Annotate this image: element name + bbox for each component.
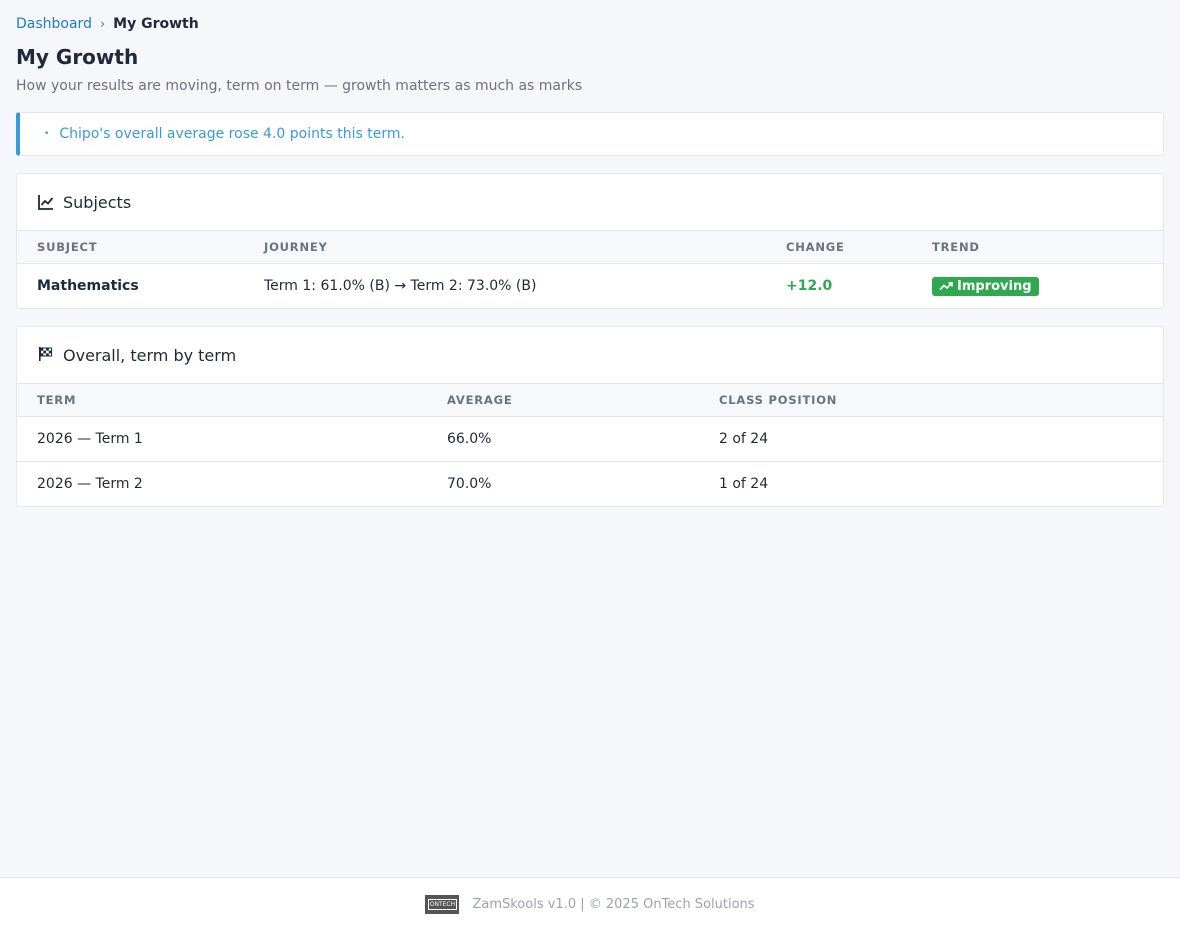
- overall-card-title: Overall, term by term: [63, 345, 237, 365]
- column-header-term: Term: [17, 384, 427, 417]
- checkered-flag-icon: [37, 346, 55, 364]
- column-header-class-position: Class Position: [699, 384, 1163, 417]
- column-header-subject: Subject: [17, 231, 244, 264]
- footer-text: ZamSkools v1.0 | © 2025 OnTech Solutions: [472, 897, 755, 912]
- subjects-card-header: Subjects: [17, 174, 1163, 231]
- class-position-cell: 2 of 24: [699, 416, 1163, 462]
- page: Dashboard › My Growth My Growth How your…: [0, 0, 1180, 507]
- trend-badge-label: Improving: [957, 278, 1032, 294]
- term-cell: 2026 — Term 2: [37, 476, 143, 492]
- page-title: My Growth: [16, 45, 139, 69]
- average-cell: 66.0%: [427, 416, 699, 462]
- change-cell: +12.0: [786, 278, 833, 294]
- trend-cell: Improving: [912, 264, 1163, 309]
- table-row: 2026 — Term 1 66.0% 2 of 24: [17, 416, 1163, 462]
- column-header-average: Average: [427, 384, 699, 417]
- overall-table: Term Average Class Position 2026 — Term …: [17, 384, 1163, 506]
- alert-bullet: •: [44, 129, 50, 139]
- subject-cell: Mathematics: [37, 278, 139, 294]
- ontech-logo-text: ONTECH: [427, 899, 458, 910]
- table-header-row: Subject Journey Change Trend: [17, 231, 1163, 264]
- column-header-change: Change: [766, 231, 912, 264]
- breadcrumb: Dashboard › My Growth: [16, 14, 1164, 34]
- overall-card: Overall, term by term Term Average Class…: [16, 326, 1164, 507]
- term-cell: 2026 — Term 1: [17, 416, 427, 462]
- footer: ONTECH ZamSkools v1.0 | © 2025 OnTech So…: [0, 877, 1180, 931]
- subjects-card: Subjects Subject Journey Change Trend Ma…: [16, 173, 1164, 309]
- table-header-row: Term Average Class Position: [17, 384, 1163, 417]
- growth-alert: • Chipo's overall average rose 4.0 point…: [16, 112, 1164, 156]
- column-header-journey: Journey: [244, 231, 766, 264]
- overall-card-header: Overall, term by term: [17, 327, 1163, 384]
- subjects-table: Subject Journey Change Trend Mathematics…: [17, 231, 1163, 308]
- table-row: Mathematics Term 1: 61.0% (B) → Term 2: …: [17, 264, 1163, 309]
- subjects-card-title: Subjects: [63, 192, 132, 212]
- breadcrumb-dashboard-link[interactable]: Dashboard: [16, 16, 92, 32]
- breadcrumb-current: My Growth: [113, 16, 199, 32]
- breadcrumb-separator: ›: [99, 16, 106, 32]
- column-header-trend: Trend: [912, 231, 1163, 264]
- ontech-logo: ONTECH: [425, 895, 460, 914]
- table-row: 2026 — Term 2 70.0% 1 of 24: [17, 462, 1163, 507]
- trend-badge: Improving: [932, 276, 1039, 296]
- alert-message: Chipo's overall average rose 4.0 points …: [59, 126, 405, 142]
- class-position-cell: 1 of 24: [719, 476, 769, 492]
- page-subtitle: How your results are moving, term on ter…: [16, 78, 583, 94]
- journey-cell: Term 1: 61.0% (B) → Term 2: 73.0% (B): [264, 278, 537, 294]
- line-chart-icon: [37, 193, 55, 211]
- trending-up-icon: [939, 282, 953, 291]
- average-cell: 70.0%: [447, 476, 492, 492]
